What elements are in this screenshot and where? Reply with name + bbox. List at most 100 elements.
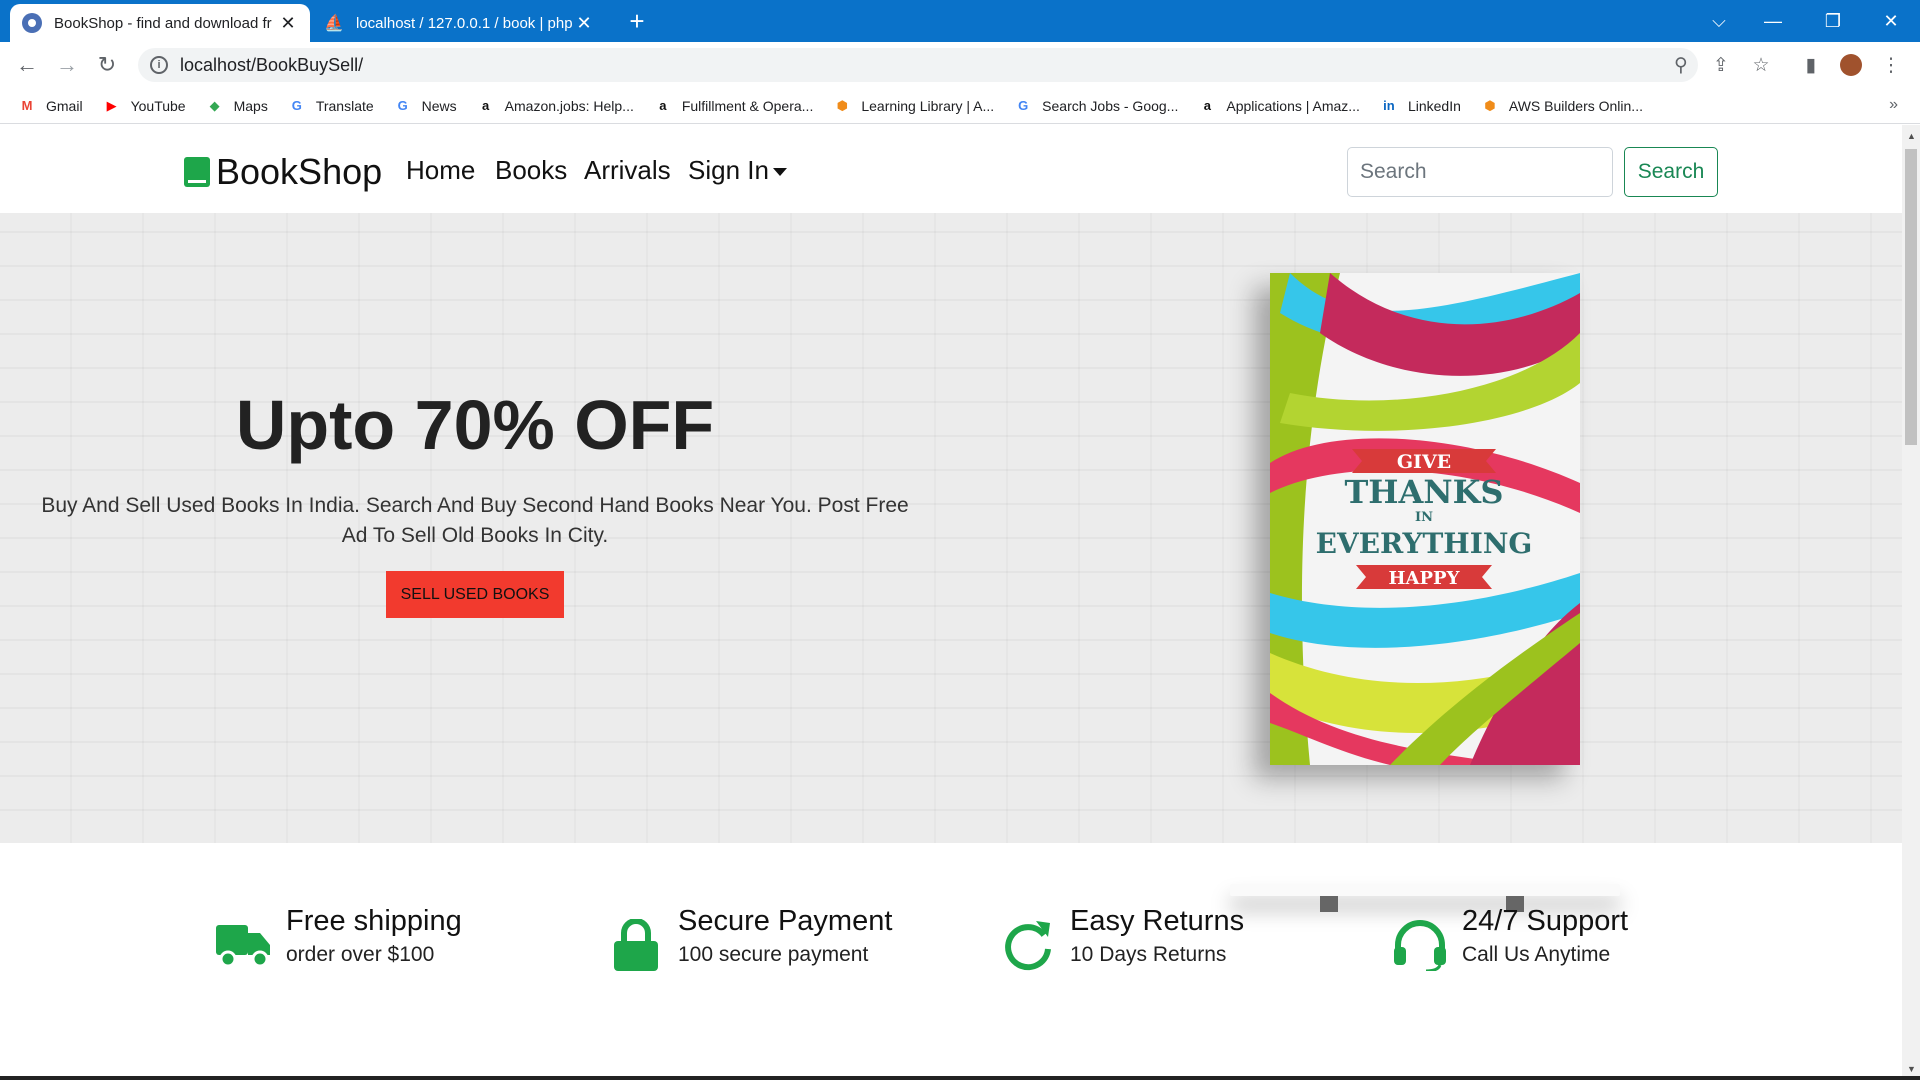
tab-title: localhost / 127.0.0.1 / book | php xyxy=(356,14,573,32)
brand-name: BookShop xyxy=(216,151,383,192)
feature-subtitle: Call Us Anytime xyxy=(1462,943,1611,966)
feature-title: 24/7 Support xyxy=(1462,905,1629,937)
feature-subtitle: 10 Days Returns xyxy=(1070,943,1227,966)
site-info-icon[interactable]: i xyxy=(150,56,168,74)
side-panel-icon[interactable]: ▮ xyxy=(1796,50,1826,80)
bookmark-item[interactable]: a Applications | Amaz... xyxy=(1198,98,1360,114)
scroll-up-icon[interactable]: ▲ xyxy=(1907,131,1916,141)
minimize-button[interactable]: — xyxy=(1750,0,1796,42)
browser-tab-strip: BookShop - find and download fr ✕ ⛵ loca… xyxy=(0,0,1920,42)
maps-icon: ◆ xyxy=(209,97,220,113)
hero-banner: Upto 70% OFF Buy And Sell Used Books In … xyxy=(0,213,1902,843)
nav-sign-in-label: Sign In xyxy=(688,155,769,185)
new-tab-button[interactable]: + xyxy=(622,6,652,36)
bookmark-label: Gmail xyxy=(46,97,83,114)
bookmark-label: Translate xyxy=(315,97,374,114)
amazon-icon: a xyxy=(659,98,667,113)
bookmark-item[interactable]: a Fulfillment & Opera... xyxy=(654,97,814,114)
bookmark-label: LinkedIn xyxy=(1407,97,1461,114)
sell-used-books-button[interactable]: SELL USED BOOKS xyxy=(386,571,564,618)
forward-arrow-icon[interactable]: → xyxy=(52,50,82,80)
google-icon: G xyxy=(1018,98,1029,113)
search-input[interactable] xyxy=(1347,147,1613,197)
feature-title: Secure Payment xyxy=(678,905,893,937)
shelf-bracket xyxy=(1320,896,1338,912)
close-tab-icon[interactable]: ✕ xyxy=(574,13,594,34)
bookshop-favicon-icon xyxy=(22,13,42,33)
reload-icon[interactable]: ↻ xyxy=(92,50,122,80)
bookmarks-bar: M Gmail ▶ YouTube ◆ Maps G Translate G News a Amazo… xyxy=(0,88,1920,124)
aws-cube-icon: ⬢ xyxy=(1484,97,1496,113)
lock-icon xyxy=(614,919,658,971)
linkedin-icon: in xyxy=(1383,98,1395,113)
feature-subtitle: 100 secure payment xyxy=(678,943,869,966)
bookmark-item[interactable]: ⬢ AWS Builders Onlin... xyxy=(1481,98,1643,114)
close-window-button[interactable]: ✕ xyxy=(1868,0,1914,42)
page-scrollbar[interactable]: ▲ ▼ xyxy=(1902,125,1920,1080)
more-bookmarks-icon[interactable]: » xyxy=(1889,96,1898,114)
feature-title: Free shipping xyxy=(286,905,462,937)
bookmark-label: AWS Builders Onlin... xyxy=(1508,97,1643,114)
bookmark-label: Applications | Amaz... xyxy=(1226,97,1360,114)
tab-title: BookShop - find and download fr xyxy=(54,14,272,32)
nav-books[interactable]: Books xyxy=(495,155,567,186)
menu-kebab-icon[interactable]: ⋮ xyxy=(1876,50,1906,80)
shelf xyxy=(1230,884,1620,896)
browser-tab-phpmyadmin[interactable]: ⛵ localhost / 127.0.0.1 / book | php ✕ xyxy=(312,4,606,42)
address-url[interactable]: localhost/BookBuySell/ xyxy=(180,55,363,76)
bookmark-label: Search Jobs - Goog... xyxy=(1042,97,1179,114)
scroll-down-icon[interactable]: ▼ xyxy=(1907,1064,1916,1074)
book-cover-image: GIVE THANKS IN EVERYTHING HAPPY xyxy=(1270,273,1580,765)
cover-text-thanks: THANKS xyxy=(1344,473,1503,511)
bookmark-label: YouTube xyxy=(130,97,186,114)
bookmark-label: News xyxy=(421,97,457,114)
bookmark-label: Maps xyxy=(233,97,268,114)
nav-arrivals[interactable]: Arrivals xyxy=(584,155,671,186)
back-arrow-icon[interactable]: ← xyxy=(12,50,42,80)
brand-logo[interactable]: BookShop xyxy=(184,151,382,193)
bookmark-label: Learning Library | A... xyxy=(861,97,995,114)
bookmark-label: Fulfillment & Opera... xyxy=(681,97,814,114)
scrollbar-thumb[interactable] xyxy=(1905,149,1917,445)
zoom-icon[interactable]: ⚲ xyxy=(1666,50,1696,80)
cover-text-give: GIVE xyxy=(1397,451,1451,473)
nav-sign-in-dropdown[interactable]: Sign In xyxy=(688,155,787,186)
bookmark-label: Amazon.jobs: Help... xyxy=(504,97,634,114)
hero-title: Upto 70% OFF xyxy=(235,386,715,464)
page-viewport: BookShop Home Books Arrivals Sign In Sea… xyxy=(0,125,1902,1080)
site-navbar: BookShop Home Books Arrivals Sign In Sea… xyxy=(0,125,1902,213)
browser-tab-bookshop[interactable]: BookShop - find and download fr ✕ xyxy=(10,4,310,42)
restore-button[interactable]: ❐ xyxy=(1810,0,1856,42)
truck-icon xyxy=(216,925,270,968)
bookmark-item[interactable]: G News xyxy=(394,98,457,114)
gmail-icon: M xyxy=(21,98,33,113)
cover-text-happy: HAPPY xyxy=(1389,568,1461,589)
search-button[interactable]: Search xyxy=(1624,147,1718,197)
bookmark-item[interactable]: ◆ Maps xyxy=(206,98,268,114)
nav-home[interactable]: Home xyxy=(406,155,475,186)
bookmark-item[interactable]: G Search Jobs - Goog... xyxy=(1014,98,1178,114)
share-icon[interactable]: ⇪ xyxy=(1706,50,1736,80)
bookmark-item[interactable]: ⬢ Learning Library | A... xyxy=(833,97,995,114)
amazon-icon: a xyxy=(1203,98,1211,113)
book-icon xyxy=(184,157,210,187)
bookmark-item[interactable]: M Gmail xyxy=(18,98,83,114)
address-bar[interactable]: i localhost/BookBuySell/ xyxy=(138,48,1698,82)
bookmark-item[interactable]: G Translate xyxy=(288,98,374,114)
aws-cube-icon: ⬢ xyxy=(836,97,849,113)
phpmyadmin-favicon-icon: ⛵ xyxy=(324,15,344,32)
taskbar-edge xyxy=(0,1076,1920,1080)
bookmark-item[interactable]: ▶ YouTube xyxy=(103,98,186,114)
hero-subtitle: Buy And Sell Used Books In India. Search… xyxy=(41,494,909,547)
bookmark-item[interactable]: in LinkedIn xyxy=(1380,98,1461,114)
cover-text-everything: EVERYTHING xyxy=(1316,527,1533,560)
cover-text-in: IN xyxy=(1415,510,1433,525)
tab-search-chevron-icon[interactable]: ⌵ xyxy=(1696,0,1742,42)
redo-icon xyxy=(1005,921,1051,971)
bookmark-item[interactable]: a Amazon.jobs: Help... xyxy=(477,98,634,114)
close-tab-icon[interactable]: ✕ xyxy=(278,13,298,34)
profile-avatar[interactable] xyxy=(1836,50,1866,80)
amazon-icon: a xyxy=(482,98,490,113)
caret-down-icon xyxy=(772,168,787,177)
bookmark-star-icon[interactable]: ☆ xyxy=(1746,50,1776,80)
